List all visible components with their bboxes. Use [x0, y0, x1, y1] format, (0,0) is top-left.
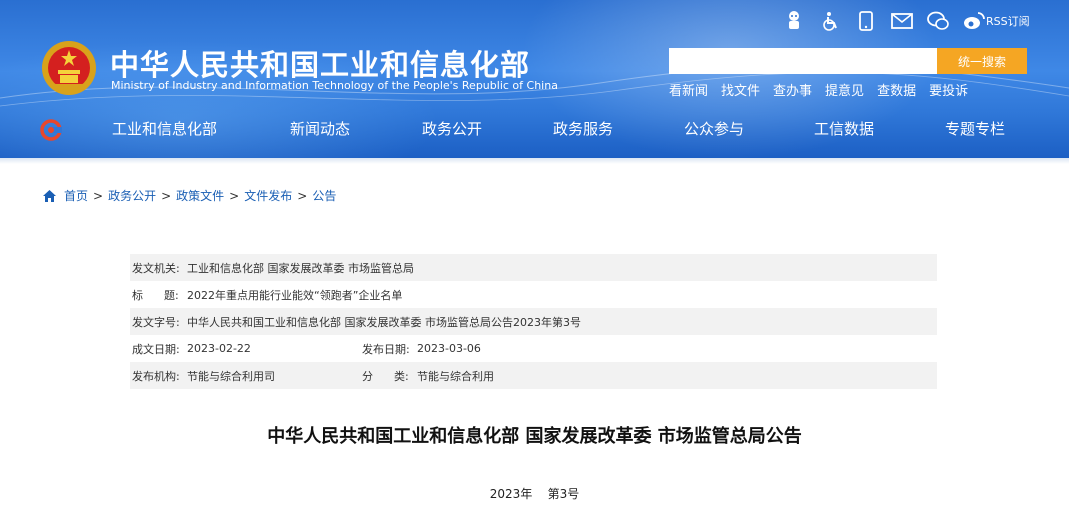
quick-link-news[interactable]: 看新闻 [669, 80, 708, 99]
written-date-label: 成文日期: [132, 342, 180, 356]
nav-item-news[interactable]: 新闻动态 [290, 118, 350, 139]
wheelchair-icon[interactable] [819, 10, 841, 32]
issuer-label: 发文机关: [132, 261, 180, 275]
quick-link-services[interactable]: 查办事 [773, 80, 812, 99]
info-row-dates: 成文日期: 2023-02-22 发布日期: 2023-03-06 [130, 335, 937, 362]
issuer-value: 工业和信息化部 国家发展改革委 市场监管总局 [187, 261, 414, 275]
quick-link-data[interactable]: 查数据 [877, 80, 916, 99]
quick-link-complaint[interactable]: 要投诉 [929, 80, 968, 99]
weibo-icon[interactable] [963, 10, 985, 32]
document-title: 中华人民共和国工业和信息化部 国家发展改革委 市场监管总局公告 [267, 426, 802, 447]
wechat-icon[interactable] [927, 10, 949, 32]
publish-date-label: 发布日期: [362, 342, 410, 356]
nav-item-miit[interactable]: 工业和信息化部 [112, 118, 217, 139]
breadcrumb-announcement[interactable]: 公告 [312, 187, 336, 204]
nav-item-gov-affairs[interactable]: 政务公开 [422, 118, 482, 139]
agency-value: 节能与综合利用司 [187, 369, 275, 383]
tool-icon-bar [783, 10, 999, 32]
info-row-agency: 发布机构: 节能与综合利用司 分 类: 节能与综合利用 [130, 362, 937, 389]
site-subtitle: Ministry of Industry and Information Tec… [111, 79, 558, 92]
breadcrumb-gov-affairs[interactable]: 政务公开 [108, 187, 156, 204]
nav-item-gov-services[interactable]: 政务服务 [553, 118, 613, 139]
document-number: 2023年 第3号 [489, 487, 580, 501]
rss-subscribe-link[interactable]: RSS订阅 [986, 13, 1030, 29]
national-emblem-logo[interactable] [41, 40, 97, 96]
quick-link-feedback[interactable]: 提意见 [825, 80, 864, 99]
category-value: 节能与综合利用 [417, 369, 494, 383]
doc-number-value: 中华人民共和国工业和信息化部 国家发展改革委 市场监管总局公告2023年第3号 [187, 315, 581, 329]
agency-label: 发布机构: [132, 369, 180, 383]
title-label: 标 题: [132, 288, 179, 302]
title-value: 2022年重点用能行业能效“领跑者”企业名单 [187, 288, 403, 302]
breadcrumb-separator: > [229, 188, 240, 203]
header-divider [0, 158, 1069, 164]
document-info-table: 发文机关: 工业和信息化部 国家发展改革委 市场监管总局 标 题: 2022年重… [130, 254, 937, 389]
info-row-issuer: 发文机关: 工业和信息化部 国家发展改革委 市场监管总局 [130, 254, 937, 281]
mail-icon[interactable] [891, 10, 913, 32]
publish-date-value: 2023-03-06 [417, 342, 481, 355]
breadcrumb-separator: > [93, 188, 104, 203]
quick-link-files[interactable]: 找文件 [721, 80, 760, 99]
written-date-value: 2023-02-22 [187, 342, 251, 355]
site-header: 中华人民共和国工业和信息化部 Ministry of Industry and … [0, 0, 1069, 158]
nav-item-topics[interactable]: 专题专栏 [945, 118, 1005, 139]
category-label: 分 类: [362, 369, 409, 383]
info-row-doc-number: 发文字号: 中华人民共和国工业和信息化部 国家发展改革委 市场监管总局公告202… [130, 308, 937, 335]
breadcrumb-home[interactable]: 首页 [64, 187, 88, 204]
unified-search-button[interactable]: 统一搜索 [937, 48, 1027, 74]
main-nav: 工业和信息化部 新闻动态 政务公开 政务服务 公众参与 工信数据 专题专栏 [0, 118, 1069, 144]
home-icon[interactable] [42, 189, 57, 203]
breadcrumb-policy-files[interactable]: 政策文件 [176, 187, 224, 204]
site-title[interactable]: 中华人民共和国工业和信息化部 [110, 42, 530, 84]
breadcrumb-separator: > [161, 188, 172, 203]
breadcrumb: 首页 > 政务公开 > 政策文件 > 文件发布 > 公告 [42, 187, 336, 204]
nav-item-public-participation[interactable]: 公众参与 [684, 118, 744, 139]
mobile-phone-icon[interactable] [855, 10, 877, 32]
breadcrumb-file-release[interactable]: 文件发布 [244, 187, 292, 204]
doc-number-label: 发文字号: [132, 315, 180, 329]
page: 中华人民共和国工业和信息化部 Ministry of Industry and … [0, 0, 1069, 523]
breadcrumb-separator: > [297, 188, 308, 203]
accessibility-robot-icon[interactable] [783, 10, 805, 32]
quick-links: 看新闻 找文件 查办事 提意见 查数据 要投诉 [669, 80, 981, 99]
search-input[interactable] [669, 48, 937, 74]
info-row-title: 标 题: 2022年重点用能行业能效“领跑者”企业名单 [130, 281, 937, 308]
nav-item-data[interactable]: 工信数据 [814, 118, 874, 139]
